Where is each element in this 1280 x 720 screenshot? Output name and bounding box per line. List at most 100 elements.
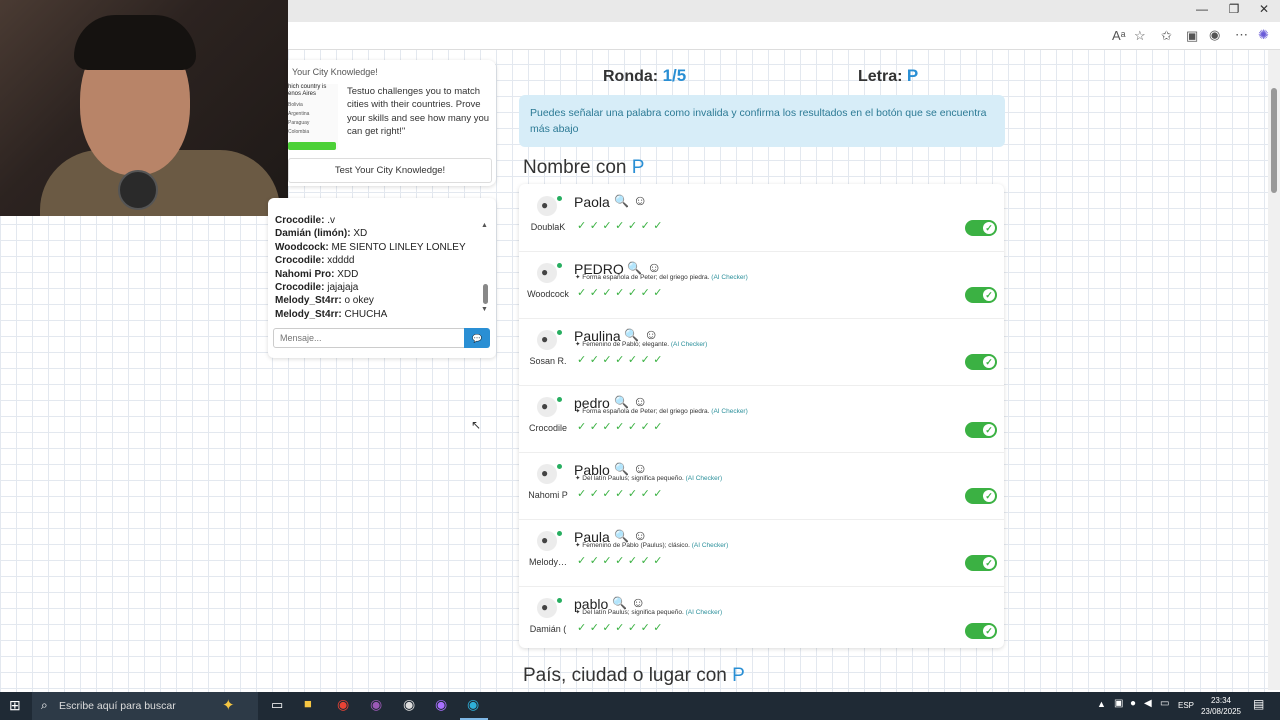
vote-checks: ✓✓✓✓✓✓✓	[577, 622, 667, 634]
collections-icon[interactable]: ▣	[1186, 28, 1198, 44]
vote-checks: ✓✓✓✓✓✓✓	[577, 555, 667, 567]
chat-user: Woodcock:	[275, 241, 329, 253]
ai-description: ✦ Femenino de Pablo; elegante. (AI Check…	[575, 341, 708, 348]
answer-row: ● Damián ( pablo 🔍 ☺ ✦ Del latín Paulus;…	[519, 586, 1004, 653]
check-icon: ✓	[983, 424, 995, 436]
ai-description: ✦ Forma española de Peter; del griego pi…	[575, 408, 748, 415]
round-value: 1/5	[662, 66, 687, 85]
app-icon[interactable]: ◉	[370, 696, 382, 713]
chat-input[interactable]	[273, 328, 471, 348]
ad-quiz-option: Argentina	[288, 111, 310, 117]
obs-icon[interactable]: ◉	[403, 696, 415, 713]
online-dot-icon	[557, 263, 562, 268]
section-letter: P	[732, 665, 745, 686]
edge-icon[interactable]: ◉	[467, 696, 479, 713]
answer-row: ● Nahomi P Pablo 🔍 ☺ ✦ Del latín Paulus;…	[519, 452, 1004, 520]
answer-row: ● Sosan R. Paulina 🔍 ☺ ✦ Femenino de Pab…	[519, 318, 1004, 386]
chat-user: Melody_St4rr:	[275, 308, 342, 320]
ad-cta-button[interactable]: Test Your City Knowledge!	[288, 158, 492, 183]
vote-checks: ✓✓✓✓✓✓✓	[577, 354, 667, 366]
favorite-icon[interactable]: ☆	[1134, 28, 1146, 44]
ad-quiz-option: Paraguay	[288, 120, 310, 126]
user-icon: ●	[541, 332, 549, 346]
chrome-icon[interactable]: ◉	[337, 696, 349, 713]
profile-icon[interactable]: ◉	[1209, 27, 1220, 43]
valid-toggle[interactable]: ✓	[965, 623, 997, 639]
language-indicator[interactable]: ESP	[1178, 701, 1194, 710]
chat-text: CHUCHA	[344, 308, 388, 320]
more-menu-icon[interactable]: ⋯	[1235, 27, 1248, 43]
ad-quiz-bar	[288, 142, 336, 150]
round-label: Ronda:	[603, 68, 659, 85]
chat-scroll-thumb[interactable]	[483, 284, 488, 304]
user-icon: ●	[541, 600, 549, 614]
microphone-tray-icon[interactable]: ●	[1130, 698, 1136, 709]
chat-scroll-down-icon[interactable]: ▼	[481, 306, 488, 313]
network-icon[interactable]: ▭	[1160, 698, 1169, 709]
chat-message: Crocodile: .v	[275, 214, 485, 227]
ai-checker-tag: (AI Checker)	[685, 609, 723, 616]
letter-value: P	[906, 66, 919, 85]
section-title-text: Nombre con	[523, 157, 627, 178]
online-dot-icon	[557, 397, 562, 402]
notice-text: Puedes señalar una palabra como invalida…	[530, 107, 987, 135]
favorites-bar-icon[interactable]: ✩	[1161, 28, 1172, 44]
copilot-icon[interactable]: ✺	[1258, 27, 1269, 43]
valid-toggle[interactable]: ✓	[965, 287, 997, 303]
search-icon[interactable]: 🔍	[614, 194, 629, 208]
ai-checker-tag: (AI Checker)	[670, 341, 708, 348]
valid-toggle[interactable]: ✓	[965, 488, 997, 504]
twitch-app-icon[interactable]: ◉	[435, 696, 447, 713]
file-explorer-icon[interactable]: ■	[304, 696, 312, 711]
webcam-hair	[74, 15, 196, 70]
valid-toggle[interactable]: ✓	[965, 555, 997, 571]
user-icon: ●	[541, 533, 549, 547]
chat-scroll-up-icon[interactable]: ▲	[481, 222, 488, 229]
chat-panel: Crocodile: .v Damián (limón): XD Woodcoc…	[268, 198, 496, 358]
chat-message: Nahomi Pro: XDD	[275, 268, 485, 281]
ai-checker-tag: (AI Checker)	[685, 475, 723, 482]
section-title-text: País, ciudad o lugar con	[523, 665, 727, 686]
emoji-icon[interactable]: ☺	[633, 192, 647, 208]
mouse-cursor-icon: ↖	[471, 418, 482, 432]
task-view-icon[interactable]: ▭	[271, 697, 283, 713]
valid-toggle[interactable]: ✓	[965, 354, 997, 370]
notification-icon[interactable]: ▤	[1253, 697, 1264, 711]
page-scroll-thumb[interactable]	[1271, 88, 1277, 193]
check-icon: ✓	[983, 490, 995, 502]
tray-chevron-icon[interactable]: ▲	[1097, 699, 1106, 709]
check-icon: ✓	[983, 557, 995, 569]
chat-send-button[interactable]: 💬	[464, 328, 490, 348]
ad-quiz-question: hich country is enos Aires	[288, 84, 327, 97]
volume-icon[interactable]: ◀	[1144, 698, 1152, 709]
ad-quiz-preview: hich country is enos Aires Bolivia Argen…	[288, 84, 338, 150]
chat-user: Crocodile:	[275, 255, 325, 267]
avatar: ●	[537, 598, 557, 618]
windows-start-icon[interactable]: ⊞	[9, 697, 21, 714]
taskbar-search[interactable]: ⌕ Escribe aquí para buscar ✦	[32, 692, 258, 720]
ad-quiz-option: Colombia	[288, 129, 310, 135]
valid-toggle[interactable]: ✓	[965, 220, 997, 236]
minimize-icon[interactable]: —	[1187, 2, 1217, 16]
chat-message: Melody_St4rr: o okey	[275, 294, 485, 307]
letter-label: Letra:	[858, 68, 903, 85]
description-text: Femenino de Pablo; elegante.	[582, 341, 669, 348]
webcam-overlay	[0, 0, 288, 216]
answer-user: Woodcock	[527, 289, 569, 299]
chat-message: Damián (limón): XD	[275, 227, 485, 240]
microphone-icon	[118, 170, 158, 210]
close-icon[interactable]: ✕	[1249, 2, 1279, 16]
restore-icon[interactable]: ❐	[1219, 2, 1249, 16]
taskbar-search-text: Escribe aquí para buscar	[59, 700, 176, 712]
ai-description: ✦ Forma española de Peter; del griego pi…	[575, 274, 748, 281]
chat-messages[interactable]: Crocodile: .v Damián (limón): XD Woodcoc…	[275, 214, 485, 320]
clock-date: 23/08/2025	[1200, 707, 1242, 716]
answer-user: DoublaK	[530, 222, 566, 232]
read-aloud-icon[interactable]: Aᵃ	[1112, 28, 1126, 43]
answer-row: ● Crocodile pedro 🔍 ☺ ✦ Forma española d…	[519, 385, 1004, 453]
tray-icon[interactable]: ▣	[1114, 698, 1123, 709]
clock[interactable]: 23:34 23/08/2025	[1200, 695, 1242, 717]
valid-toggle[interactable]: ✓	[965, 422, 997, 438]
ad-card[interactable]: Your City Knowledge! hich country is eno…	[288, 60, 496, 186]
answer-user: Damián (	[529, 624, 567, 634]
